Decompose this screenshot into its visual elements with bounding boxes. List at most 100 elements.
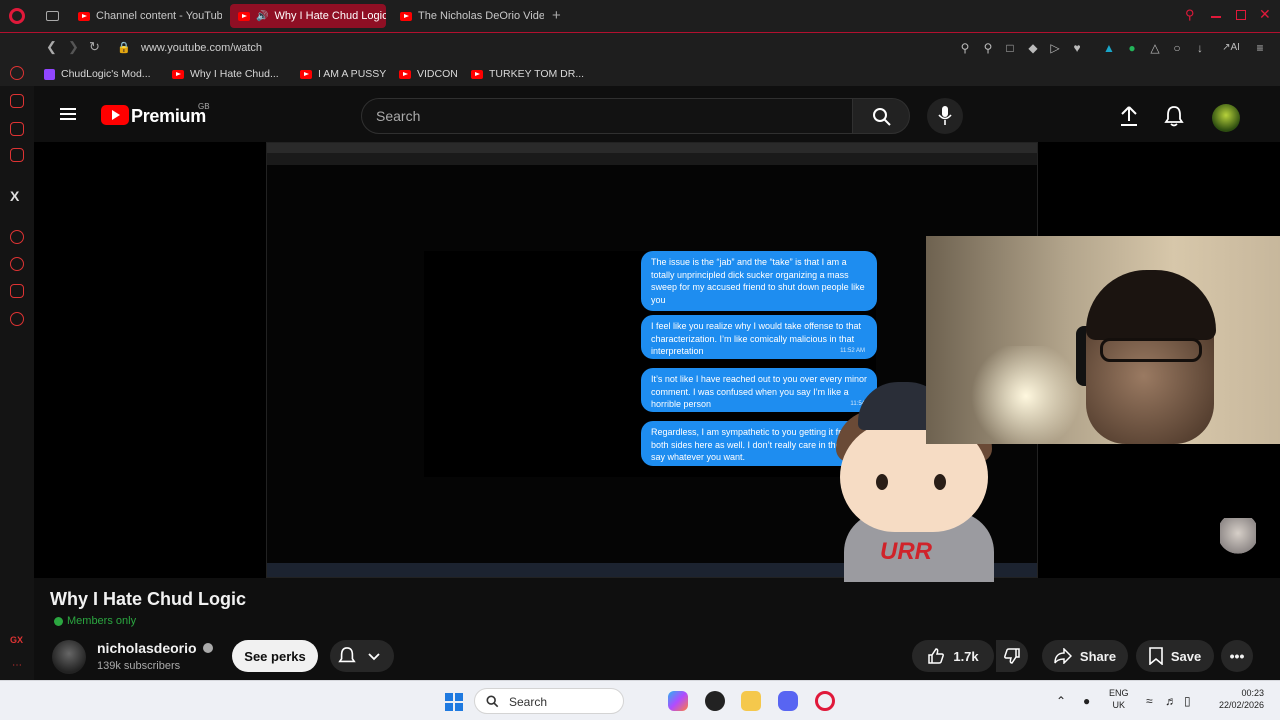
menu-icon[interactable]: ≡ (1253, 41, 1267, 55)
bookmark-label: ChudLogic's Mod... (61, 68, 151, 80)
bookmark-label: I AM A PUSSY (318, 68, 387, 80)
premium-logo-text[interactable]: Premium (131, 106, 206, 127)
opera-logo-icon[interactable] (9, 8, 25, 24)
video-title: Why I Hate Chud Logic (50, 589, 246, 609)
video-player[interactable]: The issue is the “jab” and the “take” is… (34, 142, 1280, 582)
download-icon[interactable]: ↓ (1193, 41, 1207, 55)
address-bar: ❮ ❯ ↻ 🔒 www.youtube.com/watch ⚲ ⚲ □ ◆ ▷ … (0, 32, 1280, 64)
microphone-tray-icon[interactable]: ● (1083, 694, 1090, 708)
more-options-icon[interactable]: ⋯ (12, 660, 22, 671)
tab-label: The Nicholas DeOrio Video (418, 10, 544, 22)
voice-search-button[interactable] (927, 98, 963, 134)
like-count: 1.7k (953, 648, 979, 664)
tab-overview-icon[interactable] (46, 11, 59, 21)
channel-name[interactable]: nicholasdeorio (97, 640, 213, 656)
save-button[interactable]: Save (1136, 640, 1214, 672)
workspaces-icon[interactable] (10, 94, 24, 108)
search-icon (486, 695, 499, 708)
clock[interactable]: 00:23 22/02/2026 (1212, 687, 1264, 711)
bookmark-item[interactable]: I AM A PUSSY (300, 68, 386, 80)
account-avatar[interactable] (1212, 104, 1240, 132)
play-icon[interactable]: ▷ (1048, 41, 1062, 55)
language-indicator[interactable]: ENG UK (1109, 687, 1129, 711)
chat-bubble: I feel like you realize why I would take… (641, 315, 877, 359)
subscription-notifications-button[interactable] (330, 640, 394, 672)
webcam-overlay (926, 236, 1280, 444)
app-icon[interactable] (705, 691, 725, 711)
heart-icon[interactable]: ♥ (1070, 41, 1084, 55)
hamburger-menu-icon[interactable] (60, 108, 76, 120)
volume-icon[interactable]: ♬ (1165, 694, 1177, 708)
url-field[interactable]: www.youtube.com/watch (141, 42, 262, 54)
tab-why-i-hate-chud-logic[interactable]: 🔊 Why I Hate Chud Logic (230, 4, 386, 28)
opera-sidebar: X GX ⋯ (0, 66, 34, 680)
share-button[interactable]: Share (1042, 640, 1128, 672)
battery-icon[interactable]: ▯ (1184, 694, 1191, 708)
ai-button-icon[interactable]: ↗AI (1220, 41, 1242, 55)
channel-avatar[interactable] (52, 640, 86, 674)
maximize-icon[interactable] (1236, 10, 1246, 20)
profile-icon[interactable]: ○ (1170, 41, 1184, 55)
tab-channel-content[interactable]: Channel content - YouTube (70, 4, 222, 28)
bookmark-item[interactable]: ChudLogic's Mod... (44, 68, 151, 80)
like-button[interactable]: 1.7k (912, 640, 994, 672)
discord-icon[interactable] (778, 691, 798, 711)
history-icon[interactable] (10, 257, 24, 271)
close-icon[interactable]: ✕ (1259, 6, 1271, 23)
extension-icon[interactable]: ▲ (1102, 41, 1116, 55)
youtube-logo-icon[interactable] (101, 105, 129, 125)
puzzle-icon[interactable]: △ (1148, 41, 1162, 55)
bookmark-item[interactable]: VIDCON (399, 68, 458, 80)
streamer-glasses (1100, 338, 1202, 362)
search-input[interactable]: Search (361, 98, 853, 134)
dislike-button[interactable] (996, 640, 1028, 672)
settings-gear-icon[interactable] (10, 312, 24, 326)
x-twitter-icon[interactable]: X (10, 188, 19, 204)
opera-gx-taskbar-icon[interactable] (815, 691, 835, 711)
see-perks-button[interactable]: See perks (232, 640, 318, 672)
forward-icon[interactable]: ❯ (68, 39, 79, 55)
thumbs-up-icon (928, 648, 945, 664)
youtube-header: Premium GB Search (34, 86, 1280, 142)
search-tabs-icon[interactable]: ⚲ (1185, 7, 1195, 23)
tab-nicholas-deorio-video[interactable]: The Nicholas DeOrio Video (392, 4, 544, 28)
channel-name-text: nicholasdeorio (97, 640, 197, 656)
windows-start-icon[interactable] (445, 693, 463, 711)
file-explorer-icon[interactable] (741, 691, 761, 711)
notifications-bell-icon[interactable] (1164, 105, 1184, 127)
grammar-extension-icon[interactable]: ● (1125, 41, 1139, 55)
snapshot-icon[interactable]: □ (1003, 41, 1017, 55)
search-button[interactable] (852, 98, 910, 134)
zoom-icon[interactable]: ⚲ (958, 41, 972, 55)
tabs-icon[interactable] (10, 122, 24, 136)
share-label: Share (1079, 648, 1117, 664)
chat-bubble-text: The issue is the “jab” and the “take” is… (651, 257, 865, 305)
player-icon[interactable] (10, 230, 24, 244)
wifi-icon[interactable]: ≈ (1146, 694, 1153, 708)
vpn-shield-icon[interactable]: ◆ (1026, 41, 1040, 55)
messenger-icon[interactable] (10, 148, 24, 162)
reload-icon[interactable]: ↻ (89, 39, 100, 55)
channel-watermark-icon[interactable] (1220, 518, 1256, 556)
pin-icon[interactable]: ⚲ (981, 41, 995, 55)
taskbar-search-box[interactable]: Search (474, 688, 624, 714)
more-actions-button[interactable]: ••• (1221, 640, 1253, 672)
clock-time: 00:23 (1241, 688, 1264, 698)
aria-icon[interactable] (10, 66, 24, 80)
copilot-icon[interactable] (668, 691, 688, 711)
webcam-light (966, 346, 1086, 444)
extensions-icon[interactable] (10, 284, 24, 298)
minimize-icon[interactable] (1211, 16, 1221, 18)
microphone-icon (938, 106, 952, 125)
back-icon[interactable]: ❮ (46, 39, 57, 55)
show-hidden-icons-chevron-icon[interactable]: ⌃ (1056, 694, 1066, 708)
upload-icon[interactable] (1120, 105, 1138, 127)
mascot-eye (876, 474, 888, 490)
bookmark-label: VIDCON (417, 68, 458, 80)
bookmark-item[interactable]: Why I Hate Chud... (172, 68, 279, 80)
tab-label: Why I Hate Chud Logic (274, 10, 386, 22)
youtube-favicon-icon (238, 11, 250, 21)
bookmark-item[interactable]: TURKEY TOM DR... (471, 68, 584, 80)
new-tab-icon[interactable]: + (552, 7, 561, 24)
video-screen-address-bar (267, 153, 1037, 165)
